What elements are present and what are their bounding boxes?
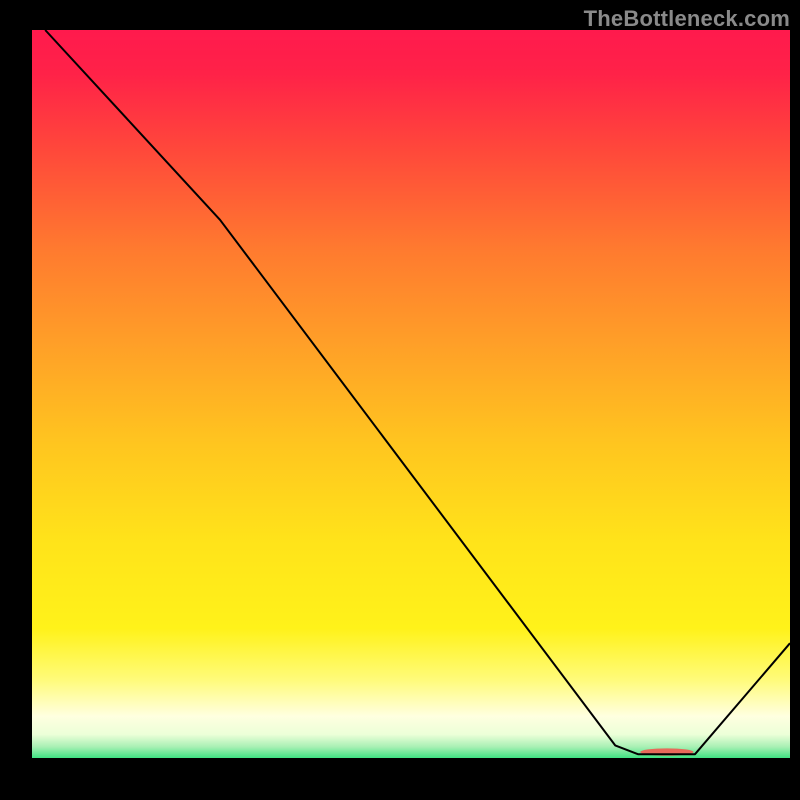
plot-background (30, 30, 790, 760)
chart-container: TheBottleneck.com (0, 0, 800, 800)
plot-svg (0, 0, 800, 800)
